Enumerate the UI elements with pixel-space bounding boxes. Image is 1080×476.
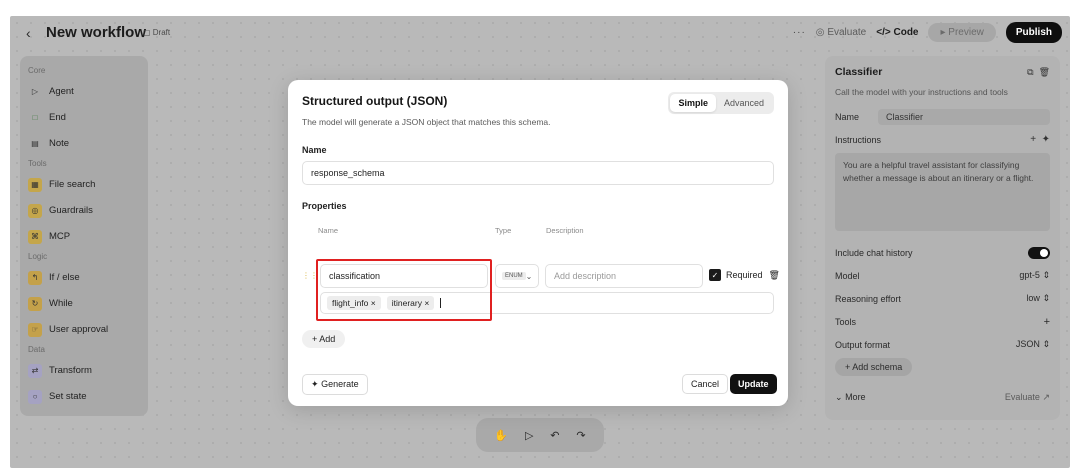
instructions-label: Instructions xyxy=(835,134,882,145)
code-icon: </> xyxy=(876,27,891,38)
chevron-down-icon: ⌄ xyxy=(835,392,843,402)
shield-icon: ◎ xyxy=(28,203,42,218)
magic-wand-icon[interactable]: ✦ xyxy=(1042,134,1050,145)
update-button[interactable]: Update xyxy=(730,374,777,394)
type-value: ENUM xyxy=(502,272,526,280)
inspector-title: Classifier xyxy=(835,66,883,78)
palette-item-end[interactable]: □ End xyxy=(28,107,140,128)
palette-item-file-search[interactable]: ▦ File search xyxy=(28,174,140,195)
model-select[interactable]: gpt-5 ⇕ xyxy=(1019,270,1050,281)
hand-icon[interactable]: ✋ xyxy=(494,429,508,442)
mode-simple-tab[interactable]: Simple xyxy=(670,94,716,112)
copy-icon[interactable]: ⧉ xyxy=(1027,67,1033,77)
palette-item-if-else[interactable]: ↰ If / else xyxy=(28,267,140,288)
palette-item-set-state[interactable]: ○ Set state xyxy=(28,386,140,407)
set-state-icon: ○ xyxy=(28,389,42,404)
add-property-button[interactable]: + Add xyxy=(302,330,346,348)
back-arrow-icon[interactable]: ‹ xyxy=(26,25,31,41)
structured-output-modal: Structured output (JSON) The model will … xyxy=(288,80,788,406)
section-tools: Tools xyxy=(28,159,47,168)
column-name-header: Name xyxy=(318,226,339,235)
model-label: Model xyxy=(835,270,860,281)
cancel-button[interactable]: Cancel xyxy=(682,374,729,394)
add-tool-icon[interactable]: + xyxy=(1044,316,1050,328)
palette-item-user-approval[interactable]: ☞ User approval xyxy=(28,319,140,340)
palette-item-agent[interactable]: ▷ Agent xyxy=(28,81,140,102)
loop-icon: ↻ xyxy=(28,296,42,311)
required-checkbox[interactable]: ✓ Required 🗑 xyxy=(709,269,780,281)
chat-history-label: Include chat history xyxy=(835,247,913,258)
draft-badge: ▢ Draft xyxy=(143,28,171,37)
square-icon: □ xyxy=(32,113,38,122)
properties-label: Properties xyxy=(302,201,347,211)
chevron-updown-icon: ⇕ xyxy=(1042,270,1050,280)
transform-icon: ⇄ xyxy=(28,363,42,378)
palette-item-guardrails[interactable]: ◎ Guardrails xyxy=(28,200,140,221)
instructions-textarea[interactable]: You are a helpful travel assistant for c… xyxy=(835,153,1050,231)
chevron-down-icon: ⌄ xyxy=(525,271,533,281)
file-search-icon: ▦ xyxy=(28,177,42,192)
palette-item-while[interactable]: ↻ While xyxy=(28,293,140,314)
node-name-input[interactable]: Classifier xyxy=(878,108,1050,125)
reasoning-label: Reasoning effort xyxy=(835,293,901,304)
publish-button[interactable]: Publish xyxy=(1005,22,1062,43)
reasoning-select[interactable]: low ⇕ xyxy=(1026,293,1050,304)
tools-label: Tools xyxy=(835,316,857,327)
schema-name-label: Name xyxy=(302,145,327,155)
redo-icon[interactable]: ↷ xyxy=(576,429,585,442)
palette-item-transform[interactable]: ⇄ Transform xyxy=(28,360,140,381)
highlight-annotation xyxy=(316,259,492,321)
more-options-button[interactable]: ··· xyxy=(793,27,806,38)
code-button[interactable]: </> Code xyxy=(876,27,918,38)
property-description-input[interactable]: Add description xyxy=(545,264,703,288)
modal-description: The model will generate a JSON object th… xyxy=(302,117,551,127)
play-icon: ▸ xyxy=(940,27,946,38)
trash-icon[interactable]: 🗑 xyxy=(769,270,780,281)
section-data: Data xyxy=(28,345,45,354)
column-description-header: Description xyxy=(546,226,584,235)
approval-icon: ☞ xyxy=(28,322,42,337)
mcp-icon: ⌘ xyxy=(28,229,42,244)
branch-icon: ↰ xyxy=(28,270,42,285)
mode-advanced-tab[interactable]: Advanced xyxy=(716,94,772,112)
chat-history-toggle[interactable] xyxy=(1028,246,1050,259)
section-core: Core xyxy=(28,66,46,75)
inspector-subtitle: Call the model with your instructions an… xyxy=(835,87,1008,97)
play-icon: ▷ xyxy=(31,87,39,96)
node-inspector: Classifier ⧉ 🗑 Call the model with your … xyxy=(825,56,1060,420)
external-link-icon: ↗ xyxy=(1042,392,1050,402)
undo-icon[interactable]: ↶ xyxy=(550,429,559,442)
evaluate-link[interactable]: Evaluate ↗ xyxy=(1005,392,1050,403)
column-type-header: Type xyxy=(495,226,512,235)
output-format-select[interactable]: JSON ⇕ xyxy=(1016,339,1050,350)
mode-switch: Simple Advanced xyxy=(668,92,774,114)
magic-wand-icon: ✦ xyxy=(311,379,319,389)
name-label: Name xyxy=(835,111,860,122)
pointer-icon[interactable]: ▷ xyxy=(525,429,533,442)
chevron-updown-icon: ⇕ xyxy=(1042,293,1050,303)
section-logic: Logic xyxy=(28,252,48,261)
palette-item-note[interactable]: ▤ Note xyxy=(28,133,140,154)
chevron-updown-icon: ⇕ xyxy=(1042,339,1050,349)
trash-icon[interactable]: 🗑 xyxy=(1039,67,1050,77)
add-schema-button[interactable]: + Add schema xyxy=(835,358,913,376)
checkmark-icon: ✓ xyxy=(709,269,721,281)
workflow-canvas[interactable]: ‹ New workflow ▢ Draft ··· ◎ Evaluate </… xyxy=(10,16,1070,468)
note-icon: ▤ xyxy=(31,139,39,148)
palette-item-mcp[interactable]: ⌘ MCP xyxy=(28,226,140,247)
generate-button[interactable]: ✦ Generate xyxy=(302,374,368,395)
property-type-select[interactable]: ENUM ⌄ xyxy=(495,264,539,288)
top-bar: ‹ New workflow ▢ Draft ··· ◎ Evaluate </… xyxy=(10,16,1070,50)
more-toggle[interactable]: ⌄ More xyxy=(835,392,866,403)
evaluate-button[interactable]: ◎ Evaluate xyxy=(816,27,866,38)
add-icon[interactable]: + xyxy=(1030,134,1036,145)
node-palette: Core ▷ Agent □ End ▤ Note Tools ▦ File searc… xyxy=(20,56,148,416)
schema-name-input[interactable]: response_schema xyxy=(302,161,774,185)
preview-button[interactable]: ▸ Preview xyxy=(928,23,996,42)
workflow-title[interactable]: New workflow xyxy=(46,24,146,41)
evaluate-icon: ◎ xyxy=(815,27,825,38)
output-format-label: Output format xyxy=(835,339,891,350)
canvas-toolbar: ✋ ▷ ↶ ↷ xyxy=(476,418,604,452)
